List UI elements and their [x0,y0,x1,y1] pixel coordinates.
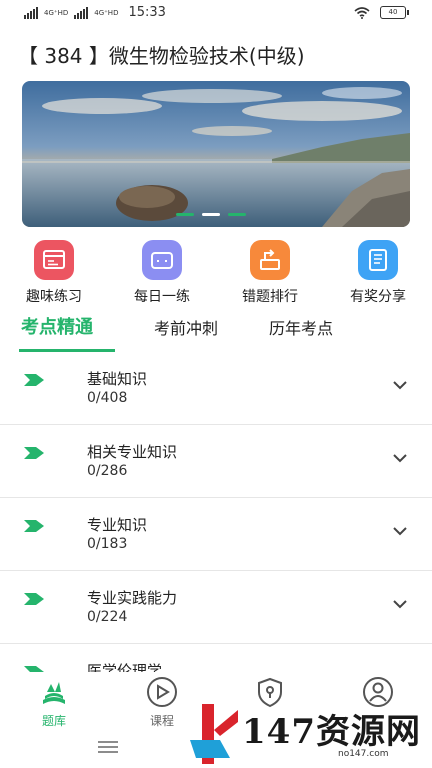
chapter-name: 相关专业知识 [87,443,178,461]
chapter-list: 基础知识 0/408 相关专业知识 0/286 专业知识 0/183 专业实践能… [0,352,432,716]
action-fun-practice[interactable]: 趣味练习 [4,240,104,306]
chapter-progress: 0/286 [87,463,128,479]
chevron-down-icon[interactable] [392,380,408,390]
chapter-progress: 0/408 [87,390,128,406]
carousel-indicator [176,213,246,216]
watermark-logo [190,704,238,764]
page-title: 【 384 】微生物检验技术(中级) [18,44,305,68]
action-reward-share[interactable]: 有奖分享 [328,240,428,306]
signal-icon [24,6,38,19]
carousel-dot[interactable] [228,213,246,216]
network-label-1: 4G⁺HD [44,8,69,17]
action-label: 趣味练习 [26,289,82,305]
chapter-name: 专业知识 [87,516,148,534]
chapter-progress: 0/224 [87,609,128,625]
chapter-progress: 0/183 [87,536,128,552]
notebook-icon [358,240,398,280]
chevron-flag-icon [24,447,44,459]
chevron-down-icon[interactable] [392,599,408,609]
tab-final-sprint[interactable]: 考前冲刺 [154,315,218,339]
quick-actions: 趣味练习 每日一练 错题排行 有奖分享 [0,240,432,305]
watermark-url: no147.com [338,749,389,759]
action-daily-practice[interactable]: 每日一练 [112,240,212,306]
carousel-dot[interactable] [176,213,194,216]
list-item[interactable]: 基础知识 0/408 [0,352,432,425]
chapter-name: 基础知识 [87,370,148,388]
action-label: 有奖分享 [350,289,406,305]
status-time: 15:33 [128,5,166,20]
briefcase-icon [142,240,182,280]
tab-past-exams[interactable]: 历年考点 [269,315,333,339]
carousel-dot-active[interactable] [202,213,220,216]
chevron-flag-icon [24,520,44,532]
network-label-2: 4G⁺HD [94,8,119,17]
action-wrong-ranking[interactable]: 错题排行 [220,240,320,306]
tab-key-points[interactable]: 考点精通 [21,313,93,339]
list-item[interactable]: 专业实践能力 0/224 [0,571,432,644]
wifi-icon [354,6,370,19]
banner-carousel[interactable] [22,81,410,227]
chevron-flag-icon [24,593,44,605]
nav-question-bank[interactable]: 题库 [24,676,84,729]
chevron-flag-icon [24,374,44,386]
books-icon [43,682,65,704]
menu-icon[interactable] [98,740,118,754]
signal-icon-2 [74,6,89,19]
list-item[interactable]: 相关专业知识 0/286 [0,425,432,498]
banner-image [22,81,410,227]
status-bar: 4G⁺HD 4G⁺HD 15:33 40 [0,0,432,26]
chevron-down-icon[interactable] [392,526,408,536]
list-item[interactable]: 专业知识 0/183 [0,498,432,571]
play-icon [147,677,177,707]
calendar-icon [34,240,74,280]
action-label: 错题排行 [242,289,298,305]
nav-label: 题库 [41,714,66,728]
battery-icon: 40 [380,6,409,19]
chevron-down-icon[interactable] [392,453,408,463]
watermark-text: 147资源网 [242,712,421,752]
tab-bar: 考点精通 考前冲刺 历年考点 [0,313,432,353]
ranking-icon [250,240,290,280]
watermark: 147资源网 no147.com [180,700,432,768]
chapter-name: 专业实践能力 [87,589,178,607]
action-label: 每日一练 [134,289,190,305]
